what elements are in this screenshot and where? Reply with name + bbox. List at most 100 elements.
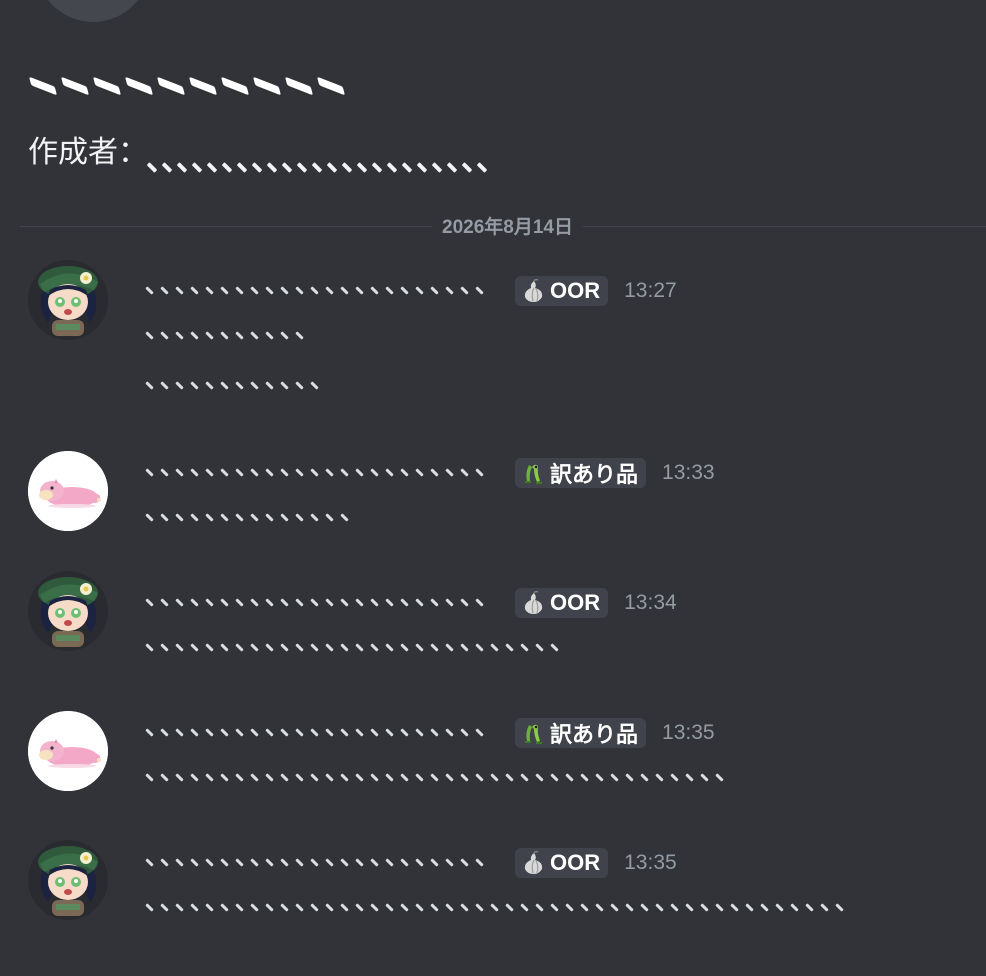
author-name[interactable] xyxy=(146,597,489,609)
text-glyph xyxy=(341,727,354,739)
text-glyph xyxy=(551,902,564,914)
text-glyph xyxy=(328,161,341,173)
text-glyph xyxy=(461,597,474,609)
text-glyph xyxy=(206,857,219,869)
role-tag[interactable]: OOR xyxy=(515,848,609,878)
text-glyph xyxy=(506,642,519,654)
author-name[interactable] xyxy=(146,285,489,297)
text-glyph xyxy=(311,642,324,654)
text-glyph xyxy=(236,285,249,297)
role-tag-label: OOR xyxy=(550,590,601,615)
title-glyph xyxy=(284,78,313,98)
text-glyph xyxy=(191,467,204,479)
text-glyph xyxy=(431,467,444,479)
text-glyph xyxy=(326,597,339,609)
role-tag[interactable]: 訳あり品 xyxy=(515,718,647,748)
text-glyph xyxy=(476,642,489,654)
text-glyph xyxy=(416,727,429,739)
message-timestamp[interactable]: 13:35 xyxy=(662,721,715,745)
text-glyph xyxy=(386,642,399,654)
text-glyph xyxy=(326,285,339,297)
text-glyph xyxy=(281,857,294,869)
text-glyph xyxy=(236,512,249,524)
text-glyph xyxy=(356,642,369,654)
text-glyph xyxy=(266,857,279,869)
text-glyph xyxy=(416,285,429,297)
text-glyph xyxy=(206,642,219,654)
text-glyph xyxy=(371,772,384,784)
text-glyph xyxy=(356,467,369,479)
text-glyph xyxy=(266,727,279,739)
text-glyph xyxy=(311,380,324,392)
gecko-icon xyxy=(521,721,547,745)
venti-avatar[interactable] xyxy=(28,840,108,920)
text-glyph xyxy=(296,330,309,342)
slowpoke-avatar-image xyxy=(28,711,108,791)
role-tag[interactable]: OOR xyxy=(515,588,609,618)
text-glyph xyxy=(343,161,356,173)
text-glyph xyxy=(461,467,474,479)
text-glyph xyxy=(776,902,789,914)
slowpoke-avatar[interactable] xyxy=(28,711,108,791)
text-glyph xyxy=(791,902,804,914)
text-glyph xyxy=(341,772,354,784)
text-glyph xyxy=(371,642,384,654)
text-glyph xyxy=(326,727,339,739)
text-glyph xyxy=(206,512,219,524)
text-glyph xyxy=(431,285,444,297)
text-glyph xyxy=(161,642,174,654)
text-glyph xyxy=(176,380,189,392)
text-glyph xyxy=(416,597,429,609)
text-glyph xyxy=(326,467,339,479)
role-tag[interactable]: OOR xyxy=(515,276,609,306)
creator-name[interactable] xyxy=(148,161,491,173)
text-glyph xyxy=(386,902,399,914)
text-glyph xyxy=(446,285,459,297)
text-glyph xyxy=(146,772,159,784)
role-tag-label: 訳あり品 xyxy=(550,722,639,747)
text-glyph xyxy=(146,285,159,297)
text-glyph xyxy=(283,161,296,173)
text-glyph xyxy=(431,642,444,654)
text-glyph xyxy=(401,902,414,914)
text-glyph xyxy=(716,772,729,784)
text-glyph xyxy=(581,772,594,784)
text-glyph xyxy=(401,857,414,869)
author-name[interactable] xyxy=(146,727,489,739)
role-tag[interactable]: 訳あり品 xyxy=(515,458,647,488)
message-timestamp[interactable]: 13:33 xyxy=(662,461,715,485)
message-header: 訳あり品 13:35 xyxy=(146,718,715,748)
slowpoke-avatar[interactable] xyxy=(28,451,108,531)
text-glyph xyxy=(371,727,384,739)
text-glyph xyxy=(476,772,489,784)
text-glyph xyxy=(208,161,221,173)
message-timestamp[interactable]: 13:35 xyxy=(624,851,677,875)
message-timestamp[interactable]: 13:27 xyxy=(624,279,677,303)
text-glyph xyxy=(296,597,309,609)
text-glyph xyxy=(251,772,264,784)
text-glyph xyxy=(386,597,399,609)
text-glyph xyxy=(356,772,369,784)
author-name[interactable] xyxy=(146,857,489,869)
text-glyph xyxy=(236,597,249,609)
text-glyph xyxy=(221,772,234,784)
message-text xyxy=(146,902,849,914)
text-glyph xyxy=(416,642,429,654)
text-glyph xyxy=(221,285,234,297)
text-glyph xyxy=(251,857,264,869)
message-timestamp[interactable]: 13:34 xyxy=(624,591,677,615)
author-name[interactable] xyxy=(146,467,489,479)
message-text xyxy=(146,380,324,392)
text-glyph xyxy=(403,161,416,173)
onion-icon xyxy=(521,591,547,615)
text-glyph xyxy=(373,161,386,173)
text-glyph xyxy=(146,727,159,739)
text-glyph xyxy=(506,772,519,784)
title-glyph xyxy=(188,78,217,98)
text-glyph xyxy=(251,285,264,297)
venti-avatar[interactable] xyxy=(28,260,108,340)
text-glyph xyxy=(581,902,594,914)
text-glyph xyxy=(191,597,204,609)
venti-avatar[interactable] xyxy=(28,571,108,651)
text-glyph xyxy=(356,727,369,739)
